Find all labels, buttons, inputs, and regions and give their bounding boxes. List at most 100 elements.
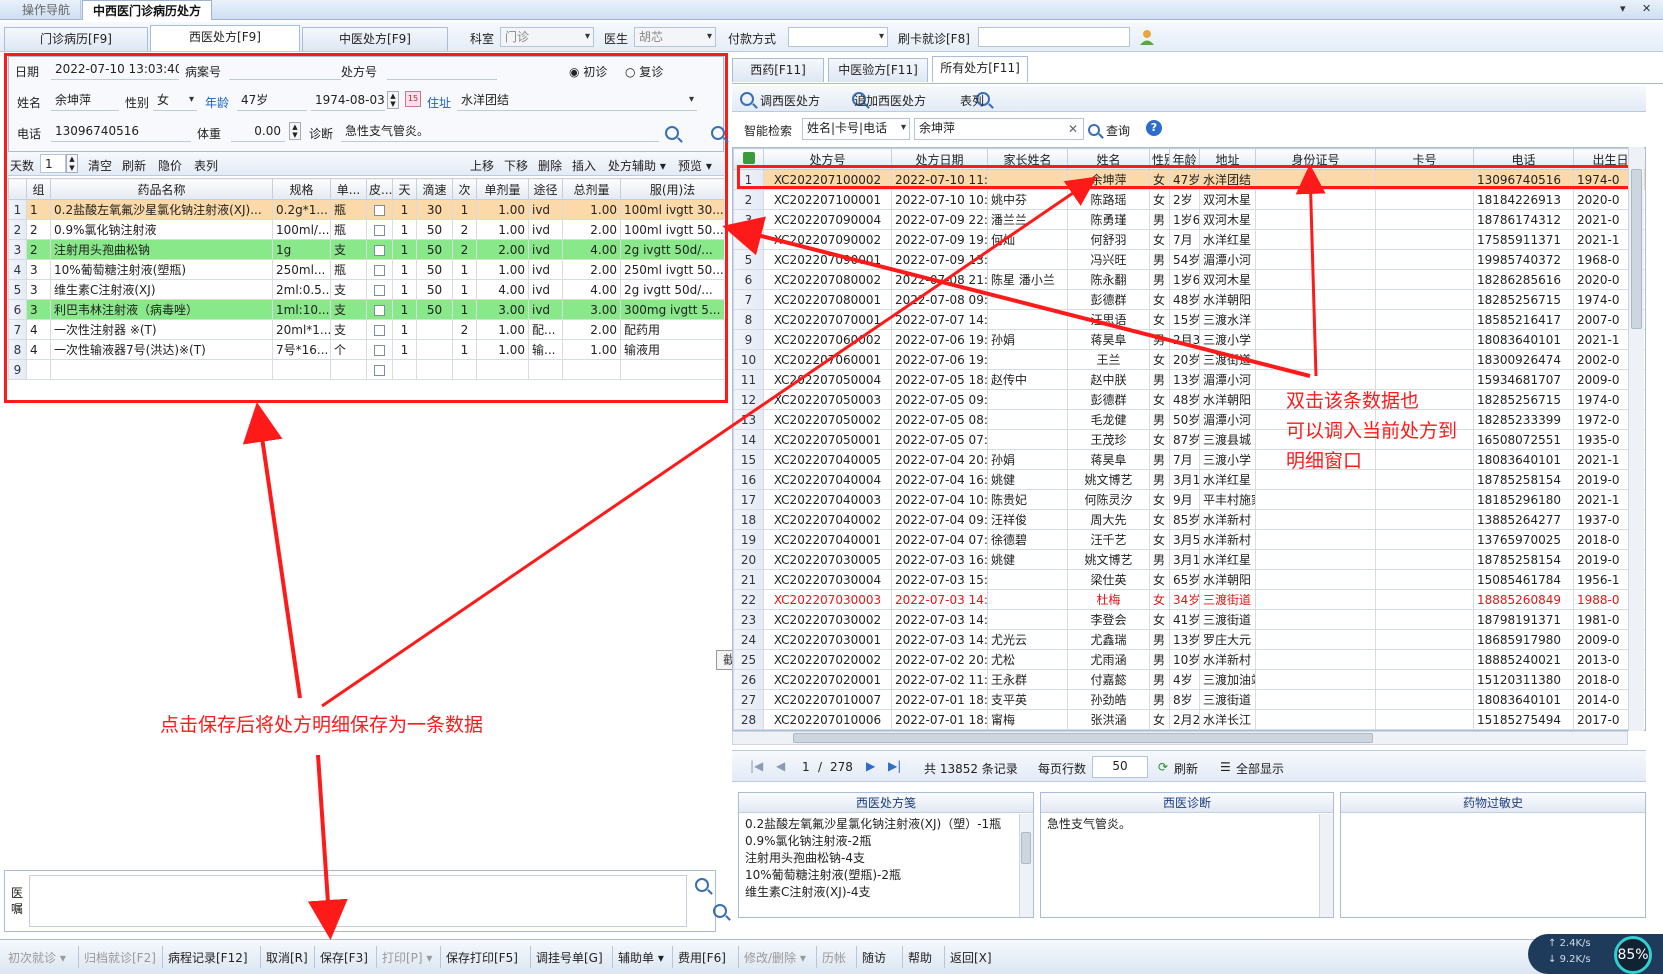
rx-cell[interactable]: 1 — [392, 219, 417, 240]
history-hscroll-thumb[interactable] — [793, 733, 1373, 743]
advice-search-icon[interactable] — [695, 877, 709, 892]
last-page-icon[interactable]: ▶| — [888, 759, 901, 773]
rx-col-header[interactable]: 服(用)法 — [620, 178, 724, 200]
history-cell[interactable]: 13岁 — [1169, 629, 1200, 650]
doctor-select[interactable]: 胡芯 — [634, 27, 716, 47]
rx-cell[interactable]: 利巴韦林注射液（病毒唑） — [50, 299, 273, 320]
history-cell[interactable]: 水洋新村 — [1199, 529, 1256, 550]
rx-cell[interactable]: 50 — [416, 259, 453, 280]
history-cell[interactable]: 三渡县城 — [1199, 429, 1256, 450]
history-cell[interactable]: 尤光云 — [987, 629, 1068, 650]
rx-cell[interactable]: 1g — [272, 239, 331, 260]
rx-cell[interactable]: 3 — [26, 259, 51, 280]
history-row[interactable]: 4XC2022070900022022-07-09 19:30:4何灿何舒羽女7… — [733, 229, 1645, 250]
history-account-button[interactable]: 历帐 — [822, 949, 846, 966]
rx-cell[interactable]: 250ml ivgtt 50... — [620, 259, 724, 280]
history-cell[interactable]: 水洋红星 — [1199, 469, 1256, 490]
move-down-button[interactable]: 下移 — [504, 157, 528, 174]
history-cell[interactable] — [1375, 649, 1474, 670]
rx-cell[interactable]: 维生素C注射液(XJ) — [50, 279, 273, 300]
nav-tab-prescription[interactable]: 中西医门诊病历处方 — [82, 0, 213, 20]
history-cell[interactable]: 双河木星 — [1199, 269, 1256, 290]
history-cell[interactable]: 2022-07-02 11:11:3 — [891, 669, 988, 690]
history-cell[interactable]: 女 — [1149, 489, 1170, 510]
history-cell[interactable]: XC202207050001 — [763, 429, 892, 450]
history-cell[interactable] — [987, 249, 1068, 270]
history-cell[interactable]: 女 — [1149, 429, 1170, 450]
history-row[interactable]: 15XC2022070400052022-07-04 20:58:3孙娟蒋昊阜男… — [733, 449, 1645, 470]
rx-cell[interactable]: ivd — [528, 279, 563, 300]
rx-cell[interactable]: 1.00 — [476, 319, 529, 340]
history-cell[interactable] — [1375, 549, 1474, 570]
rx-cell[interactable]: 4.00 — [562, 279, 621, 300]
load-registration-button[interactable]: 调挂号单[G] — [536, 949, 603, 966]
rx-cell[interactable]: 配药用 — [620, 319, 724, 340]
history-cell[interactable]: 2022-07-03 15:07:0 — [891, 569, 988, 590]
rx-cell[interactable]: 1 — [392, 339, 417, 360]
history-cell[interactable]: 陈路瑶 — [1067, 189, 1150, 210]
history-cell[interactable]: 王茂珍 — [1067, 429, 1150, 450]
history-cell[interactable]: 2022-07-09 19:30:4 — [891, 229, 988, 250]
history-cell[interactable]: 湄潭小河 — [1199, 409, 1256, 430]
history-vscroll-thumb[interactable] — [1631, 169, 1642, 329]
history-columns-button[interactable]: 表列 — [960, 92, 984, 109]
history-cell[interactable]: 19985740372 — [1473, 249, 1574, 270]
history-cell[interactable] — [1255, 329, 1376, 350]
history-cell[interactable] — [1375, 249, 1474, 270]
history-cell[interactable]: 18285233399 — [1473, 409, 1574, 430]
history-cell[interactable]: 18285256715 — [1473, 289, 1574, 310]
history-cell[interactable]: 2022-07-01 18:01:2 — [891, 709, 988, 730]
rx-cell[interactable]: 2.00 — [562, 319, 621, 340]
rx-row[interactable]: 9 — [8, 359, 724, 380]
history-cell[interactable]: 姚文博艺 — [1067, 549, 1150, 570]
history-cell[interactable]: XC202207050003 — [763, 389, 892, 410]
history-cell[interactable]: 18083640101 — [1473, 449, 1574, 470]
rx-cell[interactable] — [416, 319, 453, 340]
history-cell[interactable]: 2022-07-03 14:08:4 — [891, 589, 988, 610]
history-cell[interactable]: 2022-07-04 16:08:4 — [891, 469, 988, 490]
history-cell[interactable]: 男 — [1149, 329, 1170, 350]
history-cell[interactable]: 周大先 — [1067, 509, 1150, 530]
history-row[interactable]: 28XC2022070100062022-07-01 18:01:2甯梅张洪涵女… — [733, 709, 1645, 730]
history-cell[interactable]: 87岁 — [1169, 429, 1200, 450]
history-cell[interactable]: 赵中朕 — [1067, 369, 1150, 390]
skin-test-checkbox[interactable] — [374, 344, 385, 356]
history-cell[interactable]: 女 — [1149, 389, 1170, 410]
rx-cell[interactable]: 2 — [452, 219, 477, 240]
history-cell[interactable]: 85岁 — [1169, 509, 1200, 530]
rx-cell[interactable]: 瓶 — [330, 259, 367, 280]
rx-cell[interactable]: 3 — [26, 279, 51, 300]
history-cell[interactable]: 54岁 — [1169, 249, 1200, 270]
dob-field[interactable]: 1974-08-03 — [311, 91, 385, 111]
age-field[interactable]: 47岁 — [237, 91, 307, 111]
history-row[interactable]: 3XC2022070900042022-07-09 22:21:5潘兰兰陈勇瑾男… — [733, 209, 1645, 230]
history-cell[interactable]: 3月1 — [1169, 549, 1200, 570]
history-cell[interactable]: 尤雨涵 — [1067, 649, 1150, 670]
history-cell[interactable]: 水洋红星 — [1199, 229, 1256, 250]
window-close-icon[interactable]: ✕ — [1642, 2, 1651, 15]
history-cell[interactable]: 男 — [1149, 269, 1170, 290]
rx-cell[interactable]: 2.00 — [476, 239, 529, 260]
history-cell[interactable]: 姚中芬 — [987, 189, 1068, 210]
history-cell[interactable]: XC202207040001 — [763, 529, 892, 550]
history-cell[interactable] — [987, 309, 1068, 330]
history-cell[interactable]: 15934681707 — [1473, 369, 1574, 390]
history-cell[interactable] — [987, 429, 1068, 450]
history-row[interactable]: 27XC2022070100072022-07-01 18:53:2支平英孙劲皓… — [733, 689, 1645, 710]
history-cell[interactable]: 何舒羽 — [1067, 229, 1150, 250]
rx-cell[interactable]: ivd — [528, 299, 563, 320]
history-cell[interactable]: 双河木星 — [1199, 209, 1256, 230]
history-cell[interactable]: 18685917980 — [1473, 629, 1574, 650]
history-cell[interactable] — [987, 349, 1068, 370]
history-cell[interactable]: XC202207050002 — [763, 409, 892, 430]
history-cell[interactable]: 13885264277 — [1473, 509, 1574, 530]
rx-cell[interactable]: 0.2盐酸左氧氟沙星氯化钠注射液(XJ)... — [50, 199, 273, 220]
history-cell[interactable] — [1375, 589, 1474, 610]
history-cell[interactable]: 孙娟 — [987, 329, 1068, 350]
history-cell[interactable]: 梁仕英 — [1067, 569, 1150, 590]
history-cell[interactable]: 三渡街道 — [1199, 349, 1256, 370]
rx-cell[interactable]: 2g ivgtt 50d/... — [620, 239, 724, 260]
rx-cell[interactable]: 1 — [452, 199, 477, 220]
rx-cell[interactable]: ivd — [528, 259, 563, 280]
rx-cell[interactable]: 2 — [452, 239, 477, 260]
